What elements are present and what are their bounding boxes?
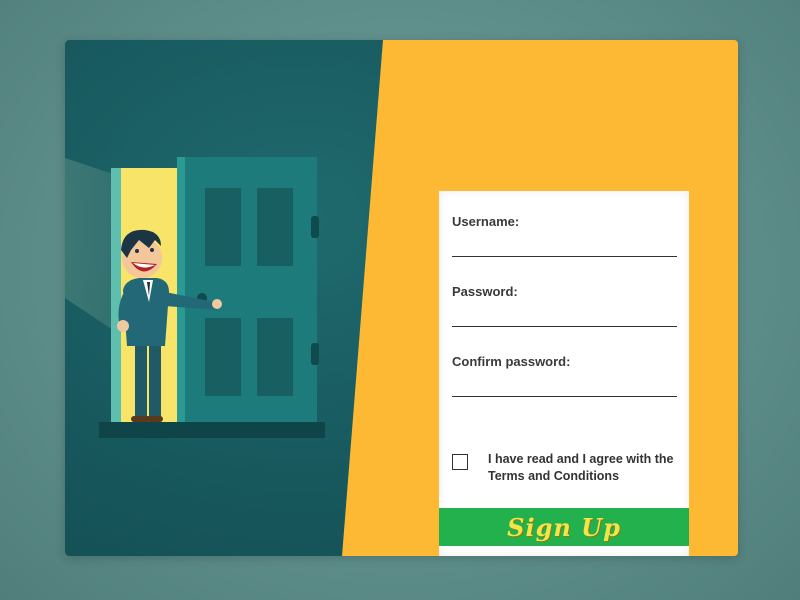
terms-checkbox[interactable]	[452, 454, 468, 470]
businessman-door-illustration	[99, 157, 325, 438]
username-input[interactable]	[452, 236, 677, 257]
doorway-frame	[111, 168, 121, 426]
username-field-group: Username:	[452, 214, 677, 257]
confirm-password-field-group: Confirm password:	[452, 354, 677, 397]
signup-form: Username: Password: Confirm password: I …	[439, 191, 689, 556]
signup-card: Username: Password: Confirm password: I …	[65, 40, 738, 556]
password-field-group: Password:	[452, 284, 677, 327]
confirm-password-label: Confirm password:	[452, 354, 571, 369]
password-label: Password:	[452, 284, 518, 299]
sign-up-button[interactable]: Sign Up	[439, 508, 689, 546]
confirm-password-input[interactable]	[452, 376, 677, 397]
open-door	[177, 157, 319, 427]
door-step	[99, 422, 325, 438]
password-input[interactable]	[452, 306, 677, 327]
username-label: Username:	[452, 214, 520, 229]
terms-label: I have read and I agree with the Terms a…	[488, 452, 674, 483]
